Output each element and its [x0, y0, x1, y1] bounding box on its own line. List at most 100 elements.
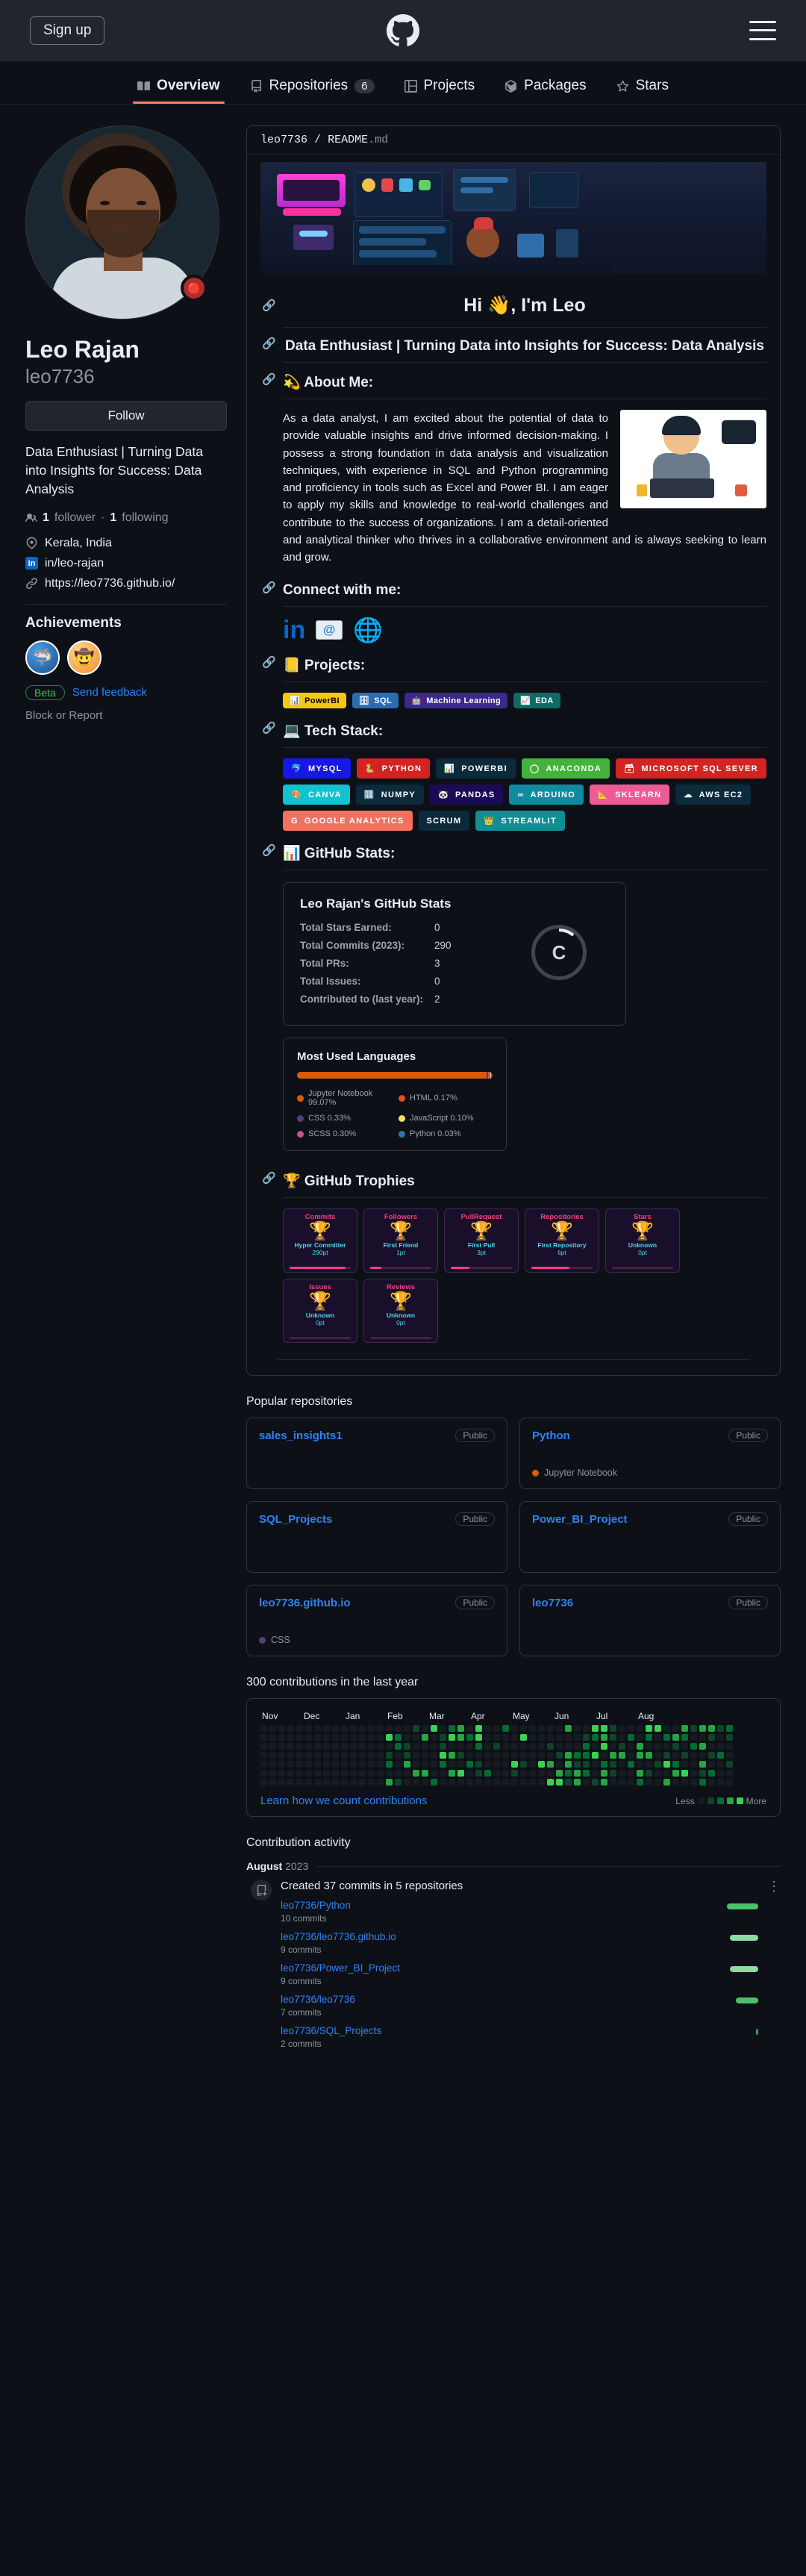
- calendar-day-cell[interactable]: [601, 1779, 607, 1786]
- calendar-day-cell[interactable]: [511, 1743, 518, 1750]
- calendar-day-cell[interactable]: [672, 1734, 679, 1741]
- repository-name[interactable]: leo7736.github.io: [259, 1597, 351, 1609]
- calendar-day-cell[interactable]: [377, 1752, 384, 1759]
- calendar-day-cell[interactable]: [583, 1734, 590, 1741]
- calendar-day-cell[interactable]: [717, 1725, 724, 1733]
- calendar-day-cell[interactable]: [637, 1779, 643, 1786]
- calendar-day-cell[interactable]: [520, 1761, 527, 1768]
- calendar-day-cell[interactable]: [296, 1779, 303, 1786]
- calendar-day-cell[interactable]: [260, 1725, 267, 1733]
- calendar-day-cell[interactable]: [574, 1770, 581, 1777]
- calendar-day-cell[interactable]: [413, 1734, 419, 1741]
- calendar-day-cell[interactable]: [628, 1770, 634, 1777]
- calendar-day-cell[interactable]: [413, 1743, 419, 1750]
- calendar-day-cell[interactable]: [610, 1725, 616, 1733]
- calendar-day-cell[interactable]: [440, 1743, 446, 1750]
- calendar-day-cell[interactable]: [663, 1743, 670, 1750]
- repository-card[interactable]: Python Public Jupyter Notebook: [519, 1418, 781, 1490]
- profile-linkedin[interactable]: in/leo-rajan: [45, 557, 104, 570]
- calendar-day-cell[interactable]: [502, 1743, 509, 1750]
- calendar-day-cell[interactable]: [699, 1734, 706, 1741]
- calendar-day-cell[interactable]: [574, 1734, 581, 1741]
- project-chip[interactable]: 🤖 Machine Learning: [404, 693, 508, 709]
- repository-card[interactable]: sales_insights1 Public: [246, 1418, 507, 1490]
- calendar-day-cell[interactable]: [341, 1761, 348, 1768]
- calendar-day-cell[interactable]: [556, 1734, 563, 1741]
- calendar-day-cell[interactable]: [646, 1761, 652, 1768]
- calendar-day-cell[interactable]: [395, 1752, 402, 1759]
- calendar-day-cell[interactable]: [422, 1743, 428, 1750]
- anchor-link-icon[interactable]: 🔗: [262, 299, 276, 312]
- calendar-day-cell[interactable]: [305, 1779, 312, 1786]
- calendar-day-cell[interactable]: [332, 1761, 339, 1768]
- project-chip[interactable]: 🗄 SQL: [352, 693, 399, 709]
- calendar-day-cell[interactable]: [484, 1734, 491, 1741]
- calendar-day-cell[interactable]: [466, 1779, 473, 1786]
- calendar-day-cell[interactable]: [440, 1752, 446, 1759]
- calendar-day-cell[interactable]: [350, 1752, 357, 1759]
- calendar-day-cell[interactable]: [296, 1752, 303, 1759]
- calendar-day-cell[interactable]: [663, 1779, 670, 1786]
- tab-projects[interactable]: Projects: [390, 78, 490, 104]
- calendar-day-cell[interactable]: [493, 1734, 500, 1741]
- calendar-day-cell[interactable]: [457, 1779, 464, 1786]
- anchor-link-icon[interactable]: 🔗: [262, 372, 276, 386]
- calendar-day-cell[interactable]: [296, 1761, 303, 1768]
- learn-contributions-link[interactable]: Learn how we count contributions: [260, 1794, 427, 1807]
- calendar-day-cell[interactable]: [395, 1725, 402, 1733]
- calendar-day-cell[interactable]: [368, 1725, 375, 1733]
- calendar-day-cell[interactable]: [583, 1743, 590, 1750]
- calendar-day-cell[interactable]: [663, 1761, 670, 1768]
- calendar-day-cell[interactable]: [592, 1725, 599, 1733]
- calendar-day-cell[interactable]: [556, 1725, 563, 1733]
- calendar-day-cell[interactable]: [386, 1779, 393, 1786]
- calendar-day-cell[interactable]: [547, 1734, 554, 1741]
- calendar-day-cell[interactable]: [628, 1734, 634, 1741]
- kebab-vertical-icon[interactable]: ⋮: [767, 1880, 781, 2056]
- calendar-day-cell[interactable]: [681, 1779, 688, 1786]
- repository-card[interactable]: SQL_Projects Public: [246, 1501, 507, 1574]
- calendar-day-cell[interactable]: [484, 1761, 491, 1768]
- calendar-day-cell[interactable]: [708, 1734, 715, 1741]
- calendar-day-cell[interactable]: [457, 1761, 464, 1768]
- calendar-day-cell[interactable]: [646, 1752, 652, 1759]
- calendar-day-cell[interactable]: [359, 1779, 366, 1786]
- calendar-day-cell[interactable]: [574, 1725, 581, 1733]
- calendar-day-cell[interactable]: [278, 1734, 285, 1741]
- calendar-day-cell[interactable]: [511, 1761, 518, 1768]
- calendar-day-cell[interactable]: [368, 1779, 375, 1786]
- calendar-day-cell[interactable]: [269, 1752, 276, 1759]
- calendar-day-cell[interactable]: [296, 1743, 303, 1750]
- calendar-day-cell[interactable]: [422, 1734, 428, 1741]
- calendar-day-cell[interactable]: [547, 1770, 554, 1777]
- tech-chip[interactable]: 📊 POWERBI: [436, 758, 516, 779]
- calendar-day-cell[interactable]: [466, 1743, 473, 1750]
- readme-filename[interactable]: README: [328, 134, 368, 146]
- anchor-link-icon[interactable]: 🔗: [262, 337, 276, 350]
- calendar-day-cell[interactable]: [359, 1770, 366, 1777]
- calendar-day-cell[interactable]: [287, 1779, 294, 1786]
- calendar-day-cell[interactable]: [323, 1725, 330, 1733]
- calendar-day-cell[interactable]: [377, 1779, 384, 1786]
- tech-chip[interactable]: 👑 STREAMLIT: [475, 811, 566, 832]
- calendar-day-cell[interactable]: [314, 1779, 321, 1786]
- calendar-day-cell[interactable]: [305, 1752, 312, 1759]
- tech-chip[interactable]: 🐼 PANDAS: [430, 785, 504, 805]
- calendar-day-cell[interactable]: [359, 1752, 366, 1759]
- calendar-day-cell[interactable]: [583, 1725, 590, 1733]
- calendar-day-cell[interactable]: [440, 1779, 446, 1786]
- repository-name[interactable]: SQL_Projects: [259, 1513, 332, 1526]
- repository-card[interactable]: leo7736.github.io Public CSS: [246, 1585, 507, 1657]
- calendar-day-cell[interactable]: [305, 1734, 312, 1741]
- calendar-day-cell[interactable]: [726, 1779, 733, 1786]
- calendar-day-cell[interactable]: [431, 1734, 437, 1741]
- calendar-day-cell[interactable]: [431, 1770, 437, 1777]
- calendar-day-cell[interactable]: [395, 1743, 402, 1750]
- calendar-day-cell[interactable]: [574, 1761, 581, 1768]
- calendar-day-cell[interactable]: [493, 1725, 500, 1733]
- calendar-day-cell[interactable]: [287, 1734, 294, 1741]
- calendar-day-cell[interactable]: [529, 1770, 536, 1777]
- calendar-day-cell[interactable]: [269, 1743, 276, 1750]
- calendar-day-cell[interactable]: [260, 1779, 267, 1786]
- calendar-day-cell[interactable]: [646, 1770, 652, 1777]
